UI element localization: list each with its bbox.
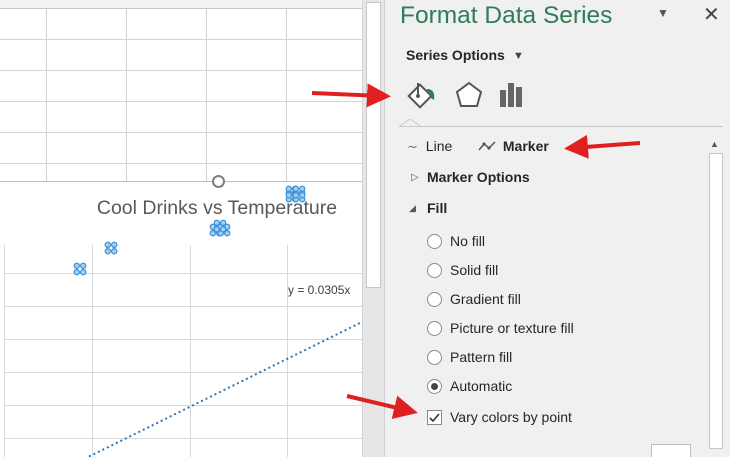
scatter-plot[interactable] xyxy=(0,181,362,457)
trendline[interactable] xyxy=(80,321,362,457)
line-icon: ∼ xyxy=(407,139,418,154)
format-data-series-pane: Format Data Series ▼ ✕ Series Options ▼ … xyxy=(384,0,730,457)
radio-label: Solid fill xyxy=(450,262,499,278)
trendline-equation[interactable]: y = 0.0305x xyxy=(288,283,358,297)
radio-label: No fill xyxy=(450,233,486,249)
vary-colors-checkbox-row[interactable]: Vary colors by point xyxy=(427,407,572,427)
color-picker-button[interactable] xyxy=(651,444,691,457)
chart-title[interactable]: Cool Drinks vs Temperature xyxy=(0,197,362,220)
radio-no-fill[interactable]: No fill xyxy=(427,231,485,251)
radio-solid-fill[interactable]: Solid fill xyxy=(427,260,498,280)
bar-chart-icon[interactable] xyxy=(495,78,529,112)
caret-down-icon[interactable]: ▼ xyxy=(657,6,669,20)
section-marker-options[interactable]: Marker Options xyxy=(427,169,530,185)
chevron-expanded-icon[interactable]: ◢ xyxy=(409,203,416,214)
tab-marker-label: Marker xyxy=(502,138,549,154)
close-icon[interactable]: ✕ xyxy=(703,2,720,27)
radio-button[interactable] xyxy=(427,349,442,365)
section-fill[interactable]: Fill xyxy=(427,200,447,216)
checkmark-icon xyxy=(429,412,440,422)
chart-resize-handle[interactable] xyxy=(212,175,225,188)
tab-divider xyxy=(399,126,723,127)
radio-button[interactable] xyxy=(427,320,442,336)
tab-marker[interactable]: Marker xyxy=(478,138,549,154)
radio-label: Pattern fill xyxy=(450,349,513,365)
scrollbar-thumb[interactable] xyxy=(366,2,381,288)
tab-line-label: Line xyxy=(425,138,453,154)
data-point-marker[interactable] xyxy=(104,241,118,255)
radio-button[interactable] xyxy=(427,291,442,307)
radio-label: Picture or texture fill xyxy=(450,320,574,336)
chevron-down-icon[interactable]: ▼ xyxy=(513,50,524,62)
data-markers[interactable] xyxy=(73,181,362,276)
gridlines xyxy=(4,245,362,457)
pentagon-icon[interactable] xyxy=(452,78,486,112)
radio-label: Gradient fill xyxy=(450,291,521,307)
scrollbar-thumb[interactable] xyxy=(709,153,723,449)
checkbox-label: Vary colors by point xyxy=(450,409,572,425)
cell-grid[interactable] xyxy=(0,0,362,181)
tab-line[interactable]: ∼ Line xyxy=(407,138,452,155)
marker-line-icon xyxy=(478,141,496,151)
radio-automatic[interactable]: Automatic xyxy=(427,376,512,396)
spreadsheet-area[interactable]: Cool Drinks vs Temperature y = 0.0305x xyxy=(0,0,362,457)
chart-area[interactable] xyxy=(0,181,362,457)
radio-button[interactable] xyxy=(427,262,442,278)
pane-vertical-scrollbar[interactable]: ▲ xyxy=(706,136,726,457)
sheet-vertical-scrollbar[interactable] xyxy=(362,0,384,457)
scroll-up-icon[interactable]: ▲ xyxy=(710,139,719,149)
radio-picture-fill[interactable]: Picture or texture fill xyxy=(427,318,574,338)
radio-label: Automatic xyxy=(450,378,513,394)
radio-gradient-fill[interactable]: Gradient fill xyxy=(427,289,521,309)
radio-button[interactable] xyxy=(427,233,442,249)
selected-tab-pointer xyxy=(400,119,421,127)
series-options-dropdown[interactable]: Series Options xyxy=(406,47,505,63)
chevron-right-icon[interactable]: ▷ xyxy=(411,172,419,183)
radio-pattern-fill[interactable]: Pattern fill xyxy=(427,347,512,367)
paint-bucket-icon[interactable] xyxy=(405,78,439,112)
checkbox[interactable] xyxy=(427,409,442,425)
radio-button[interactable] xyxy=(427,378,442,394)
pane-title: Format Data Series xyxy=(400,2,613,29)
